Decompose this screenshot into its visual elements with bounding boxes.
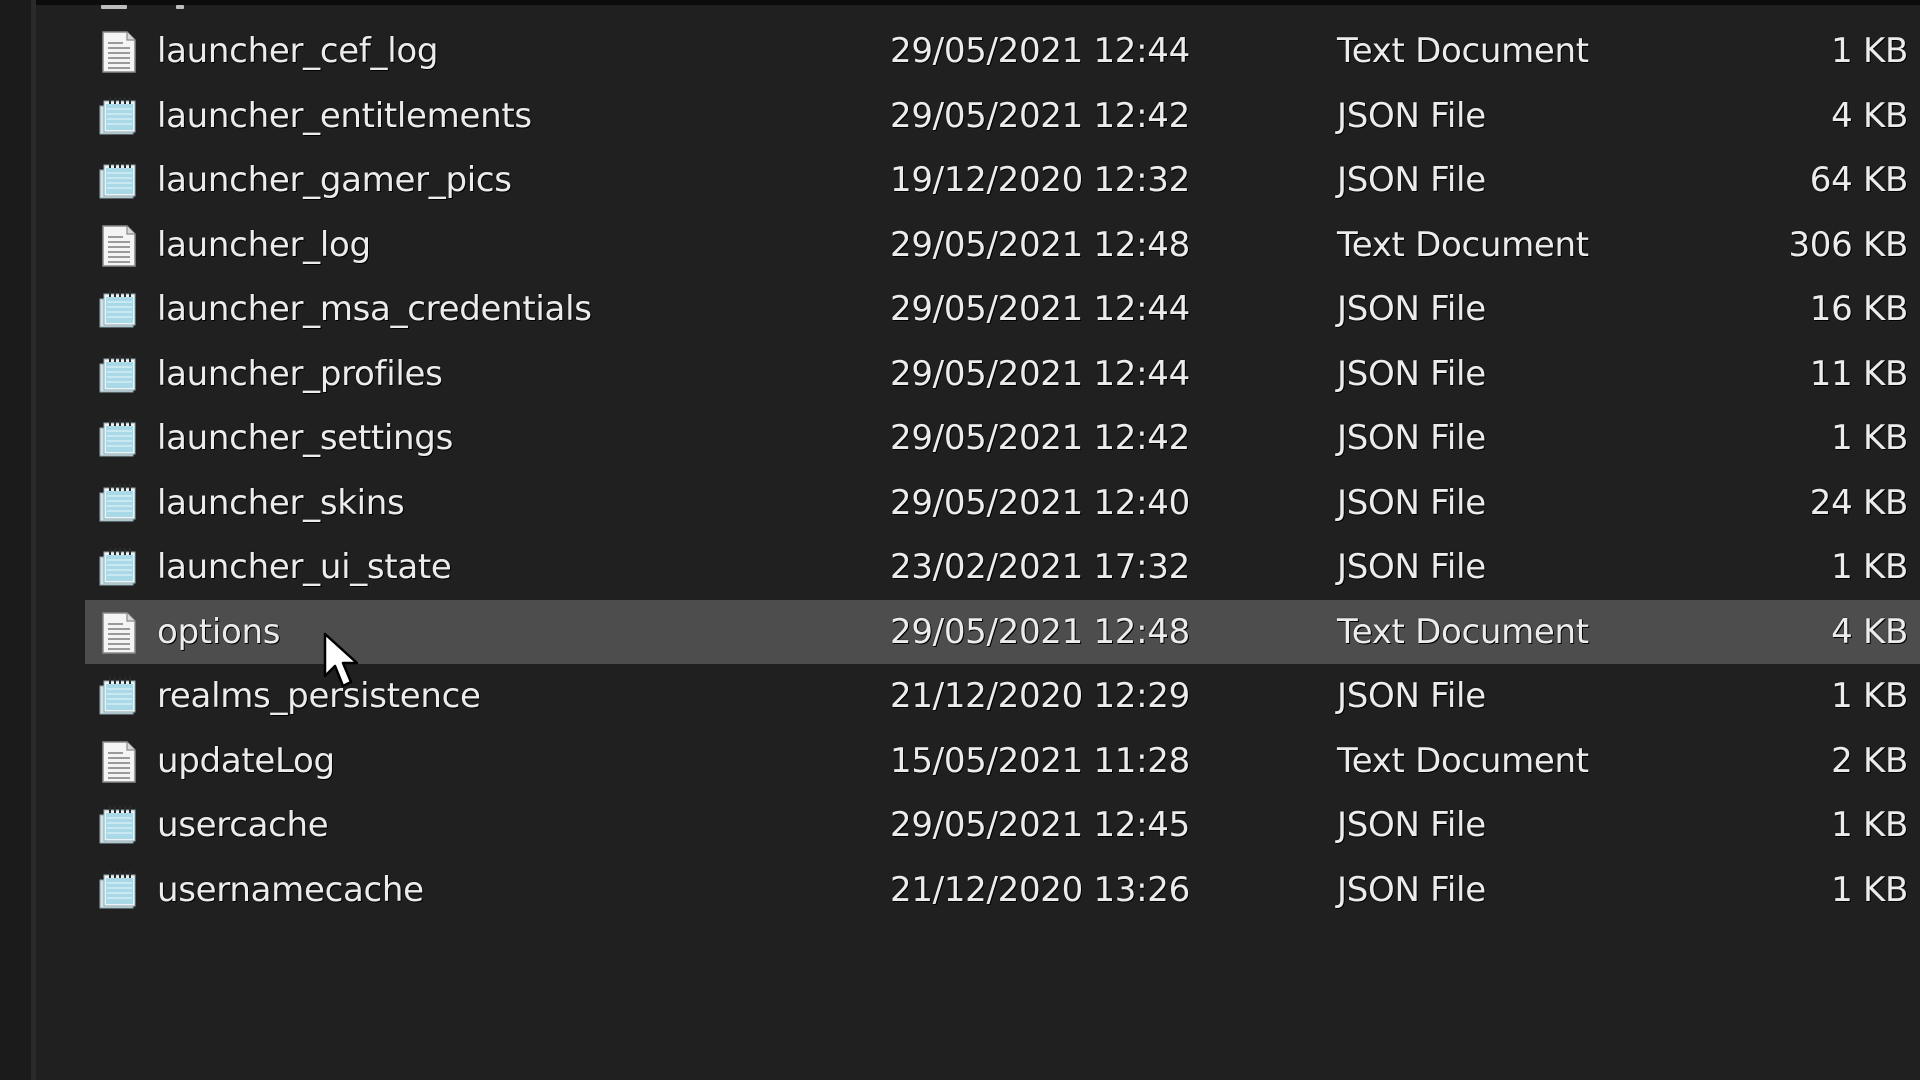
file-date-modified: 19/12/2020 12:32: [890, 160, 1190, 200]
file-row[interactable]: launcher_gamer_pics 19/12/2020 12:32 JSON …: [85, 148, 1920, 213]
file-size: 64 KB: [1809, 160, 1909, 200]
navigation-pane[interactable]: [0, 0, 31, 1080]
file-row[interactable]: usernamecache 21/12/2020 13:26 JSON File 1 …: [85, 858, 1920, 923]
file-date-modified: 29/05/2021 12:48: [890, 224, 1190, 265]
file-date-modified: 21/12/2020 13:26: [890, 869, 1190, 910]
file-row[interactable]: updateLog 15/05/2021 11:28 Text Document 2 …: [85, 729, 1920, 794]
json-file-icon: [97, 547, 139, 589]
file-name: launcher_cef_log: [157, 31, 439, 71]
file-size: 1 KB: [1831, 547, 1908, 587]
text-document-icon: [97, 224, 139, 267]
file-row[interactable]: launcher_profiles 29/05/2021 12:44 JSON Fi…: [85, 342, 1920, 407]
file-size: 306 KB: [1788, 224, 1908, 265]
file-date-modified: 29/05/2021 12:48: [890, 611, 1190, 652]
file-type: JSON File: [1337, 805, 1486, 845]
file-type: JSON File: [1337, 418, 1486, 458]
file-name: usernamecache: [157, 869, 424, 910]
file-name: updateLog: [157, 740, 335, 781]
file-date-modified: 29/05/2021 12:42: [890, 418, 1190, 458]
file-size: 1 KB: [1831, 31, 1908, 71]
previous-row-icon-remnant: [101, 5, 127, 9]
file-date-modified: 29/05/2021 12:40: [890, 482, 1190, 523]
file-name: launcher_ui_state: [157, 547, 452, 587]
file-type: JSON File: [1337, 547, 1486, 587]
file-size: 24 KB: [1809, 482, 1909, 523]
file-name: launcher_entitlements: [157, 95, 532, 136]
json-file-icon: [97, 354, 139, 396]
file-date-modified: 29/05/2021 12:44: [890, 353, 1190, 394]
file-name: usercache: [157, 805, 329, 845]
file-size: 1 KB: [1831, 805, 1908, 845]
file-type: JSON File: [1337, 482, 1486, 523]
file-name: launcher_skins: [157, 482, 405, 523]
text-document-icon: [97, 31, 139, 73]
file-row[interactable]: usercache 29/05/2021 12:45 JSON File 1 KB: [85, 793, 1920, 858]
file-type: Text Document: [1337, 611, 1589, 652]
file-row[interactable]: launcher_msa_credentials 29/05/2021 12:44…: [85, 277, 1920, 342]
file-size: 11 KB: [1809, 353, 1909, 394]
mouse-cursor-icon: [323, 632, 359, 688]
json-file-icon: [97, 96, 139, 138]
file-list: launcher_cef_log 29/05/2021 12:44 Text Doc…: [85, 19, 1920, 922]
previous-row-text-remnant: [176, 5, 184, 9]
file-row[interactable]: launcher_entitlements 29/05/2021 12:42 JSO…: [85, 84, 1920, 149]
file-size: 4 KB: [1831, 95, 1908, 136]
file-type: JSON File: [1337, 95, 1486, 136]
file-row[interactable]: launcher_ui_state 23/02/2021 17:32 JSON Fi…: [85, 535, 1920, 600]
file-name: launcher_settings: [157, 418, 454, 458]
file-size: 1 KB: [1831, 418, 1908, 458]
file-date-modified: 29/05/2021 12:42: [890, 95, 1190, 136]
json-file-icon: [97, 160, 139, 202]
file-row[interactable]: launcher_skins 29/05/2021 12:40 JSON File 2…: [85, 471, 1920, 536]
file-row[interactable]: launcher_settings 29/05/2021 12:42 JSON Fi…: [85, 406, 1920, 471]
json-file-icon: [97, 870, 139, 912]
text-document-icon: [97, 611, 139, 654]
file-type: JSON File: [1337, 676, 1486, 716]
file-type: JSON File: [1337, 289, 1486, 329]
file-size: 16 KB: [1809, 289, 1909, 329]
file-type: Text Document: [1337, 224, 1589, 265]
file-date-modified: 29/05/2021 12:45: [890, 805, 1190, 845]
pane-divider[interactable]: [31, 0, 36, 1080]
json-file-icon: [97, 805, 139, 847]
file-date-modified: 21/12/2020 12:29: [890, 676, 1190, 716]
file-type: Text Document: [1337, 31, 1589, 71]
file-row[interactable]: launcher_log 29/05/2021 12:48 Text Documen…: [85, 213, 1920, 278]
file-name: launcher_profiles: [157, 353, 443, 394]
file-date-modified: 29/05/2021 12:44: [890, 31, 1190, 71]
file-size: 4 KB: [1831, 611, 1908, 652]
file-size: 1 KB: [1831, 869, 1908, 910]
json-file-icon: [97, 676, 139, 718]
text-document-icon: [97, 740, 139, 783]
file-date-modified: 23/02/2021 17:32: [890, 547, 1190, 587]
json-file-icon: [97, 289, 139, 331]
file-size: 2 KB: [1831, 740, 1908, 781]
file-name: launcher_msa_credentials: [157, 289, 592, 329]
file-row[interactable]: launcher_cef_log 29/05/2021 12:44 Text Doc…: [85, 19, 1920, 84]
top-edge: [0, 0, 1920, 5]
file-name: realms_persistence: [157, 676, 481, 716]
file-size: 1 KB: [1831, 676, 1908, 716]
file-type: JSON File: [1337, 869, 1486, 910]
file-type: JSON File: [1337, 353, 1486, 394]
json-file-icon: [97, 418, 139, 460]
file-name: launcher_gamer_pics: [157, 160, 512, 200]
file-type: Text Document: [1337, 740, 1589, 781]
file-type: JSON File: [1337, 160, 1486, 200]
file-name: options: [157, 611, 281, 652]
json-file-icon: [97, 483, 139, 525]
file-date-modified: 15/05/2021 11:28: [890, 740, 1190, 781]
file-name: launcher_log: [157, 224, 371, 265]
file-date-modified: 29/05/2021 12:44: [890, 289, 1190, 329]
